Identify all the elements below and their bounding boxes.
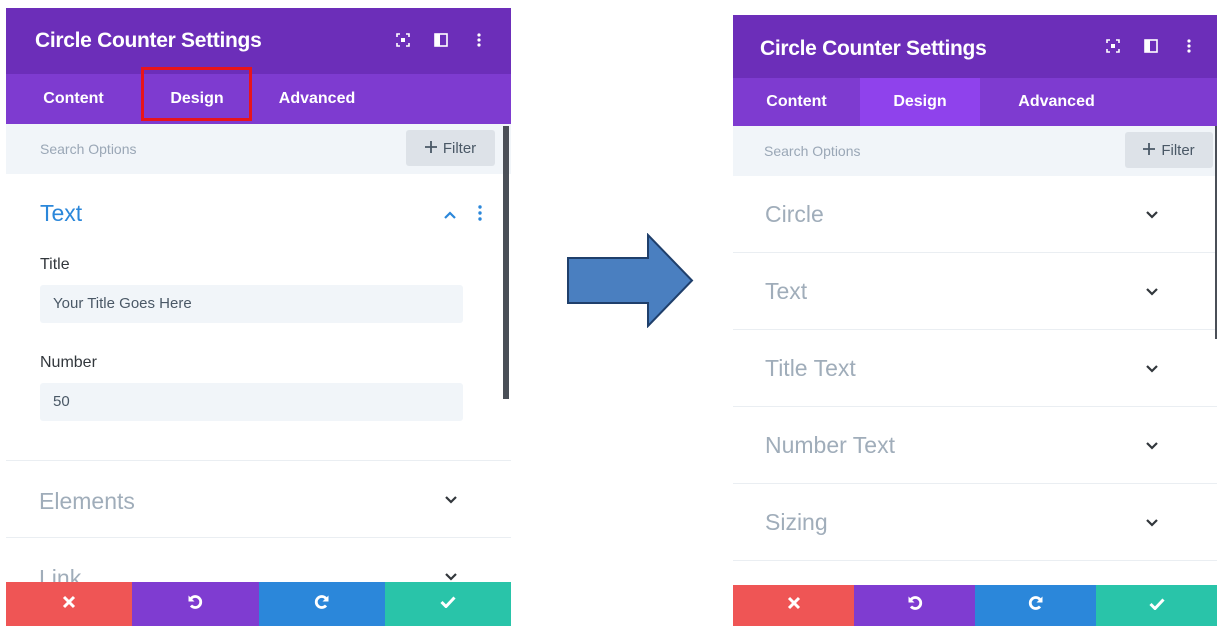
tab-content[interactable]: Content <box>733 78 860 126</box>
scrollbar[interactable] <box>1215 126 1217 339</box>
chevron-down-icon <box>1145 361 1159 379</box>
undo-button[interactable] <box>854 585 975 626</box>
chevron-down-icon <box>1145 207 1159 225</box>
section-label: Text <box>765 278 808 304</box>
title-field-label: Title <box>40 256 70 273</box>
plus-icon <box>424 140 437 157</box>
search-input[interactable]: Search Options <box>764 143 861 159</box>
action-bar <box>733 585 1217 626</box>
columns-icon[interactable] <box>1141 36 1161 56</box>
tab-design[interactable]: Design <box>860 78 980 126</box>
more-vertical-icon[interactable] <box>1179 36 1199 56</box>
settings-panel-before: Circle Counter Settings Content Design A… <box>6 8 511 626</box>
number-field-label: Number <box>40 354 97 371</box>
number-field[interactable]: 50 <box>40 383 463 421</box>
section-elements[interactable]: Elements <box>6 461 511 538</box>
right-arrow-icon <box>567 233 694 328</box>
chevron-down-icon <box>1145 515 1159 533</box>
columns-icon[interactable] <box>431 30 451 50</box>
redo-button[interactable] <box>975 585 1096 626</box>
undo-icon <box>907 595 923 616</box>
plus-icon <box>1143 142 1156 159</box>
design-tab-highlight <box>141 67 252 121</box>
filter-label: Filter <box>442 139 477 157</box>
section-label: Title Text <box>765 355 856 381</box>
section-title[interactable]: Text <box>40 200 82 227</box>
filter-button[interactable]: Filter <box>1125 132 1213 168</box>
chevron-up-icon[interactable] <box>443 207 457 225</box>
section-text[interactable]: Text <box>733 253 1217 330</box>
focus-icon[interactable] <box>1103 36 1123 56</box>
scrollbar[interactable] <box>503 126 509 399</box>
tab-advanced[interactable]: Advanced <box>980 78 1133 126</box>
section-label: Elements <box>39 488 135 514</box>
section-label: Sizing <box>765 509 828 535</box>
chevron-down-icon <box>444 492 458 510</box>
filter-button[interactable]: Filter <box>406 130 495 166</box>
search-bar: Search Options Filter <box>733 126 1217 176</box>
chevron-down-icon <box>1145 284 1159 302</box>
filter-label: Filter <box>1161 141 1195 159</box>
focus-icon[interactable] <box>393 30 413 50</box>
check-icon <box>440 595 456 613</box>
section-title-text[interactable]: Title Text <box>733 330 1217 407</box>
redo-icon <box>1028 595 1044 616</box>
search-bar: Search Options Filter <box>6 124 511 174</box>
save-button[interactable] <box>1096 585 1217 626</box>
panel-title: Circle Counter Settings <box>760 37 987 60</box>
tab-content[interactable]: Content <box>6 74 141 124</box>
tab-bar: Content Design Advanced <box>6 74 511 124</box>
redo-button[interactable] <box>258 582 385 626</box>
more-vertical-icon[interactable] <box>469 30 489 50</box>
section-sizing[interactable]: Sizing <box>733 484 1217 561</box>
close-icon <box>787 596 801 615</box>
settings-panel-after: Circle Counter Settings Content Design A… <box>733 15 1217 633</box>
save-button[interactable] <box>384 582 511 626</box>
section-label: Number Text <box>765 432 895 458</box>
panel-header: Circle Counter Settings <box>6 8 511 74</box>
tab-bar: Content Design Advanced <box>733 78 1217 126</box>
panel-title: Circle Counter Settings <box>35 29 262 52</box>
title-field[interactable]: Your Title Goes Here <box>40 285 463 323</box>
check-icon <box>1148 597 1165 615</box>
discard-button[interactable] <box>733 585 854 626</box>
panel-header: Circle Counter Settings <box>733 15 1217 78</box>
search-input[interactable]: Search Options <box>40 141 137 157</box>
redo-icon <box>314 594 330 615</box>
close-icon <box>62 595 76 614</box>
section-label: Circle <box>765 201 824 227</box>
tab-advanced[interactable]: Advanced <box>253 74 381 124</box>
discard-button[interactable] <box>6 582 133 626</box>
more-vertical-icon[interactable] <box>478 205 482 226</box>
action-bar <box>6 582 511 626</box>
section-circle[interactable]: Circle <box>733 176 1217 253</box>
section-number-text[interactable]: Number Text <box>733 407 1217 484</box>
text-section-open: Text Title Your Title Goes Here Number 5… <box>6 174 511 461</box>
undo-button[interactable] <box>132 582 259 626</box>
chevron-down-icon <box>1145 438 1159 456</box>
undo-icon <box>187 594 203 615</box>
